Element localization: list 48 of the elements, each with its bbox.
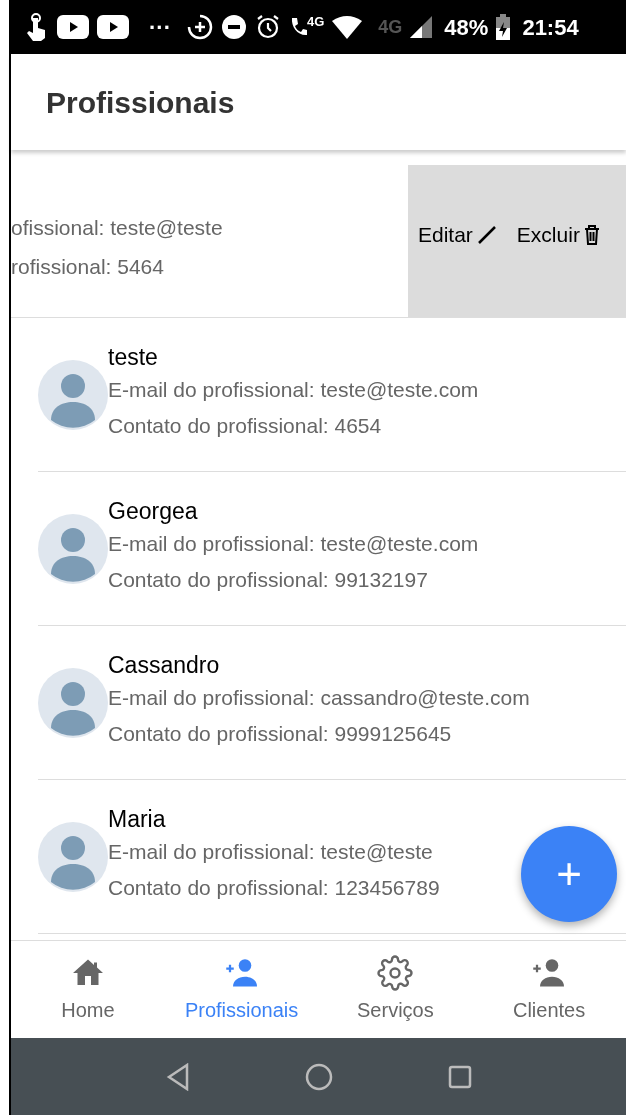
avatar-icon — [38, 667, 108, 738]
video-icon — [57, 15, 89, 39]
wifi-icon — [332, 15, 363, 39]
page-title: Profissionais — [46, 84, 235, 121]
contact-text: Contato do profissional: 4654 — [108, 412, 383, 439]
data-saver-icon — [187, 14, 213, 40]
nav-tab[interactable]: Clientes — [472, 954, 626, 1025]
clock-time: 21:54 — [522, 13, 579, 42]
professional-name: Cassandro — [108, 650, 221, 680]
back-icon[interactable] — [165, 1062, 190, 1091]
nav-tab[interactable]: Serviços — [318, 954, 473, 1025]
professional-list-item[interactable]: Georgea E-mail do profissional: teste@teste.com Contato do profissional: 99132197 — [38, 472, 626, 626]
email-text: E-mail do profissional: teste@teste.com — [108, 530, 479, 557]
delete-button[interactable]: Excluir — [516, 219, 600, 251]
professional-list-item[interactable]: Cassandro E-mail do profissional: cassandro@teste.com Contato do profissional: 9999125645 — [38, 626, 626, 780]
email-text: ofissional: teste@teste — [11, 214, 224, 241]
contact-text: Contato do profissional: 9999125645 — [108, 720, 453, 747]
avatar-icon — [38, 821, 108, 892]
contact-text: Contato do profissional: 99132197 — [108, 566, 429, 593]
add-button[interactable]: + — [521, 826, 617, 922]
home-button-icon[interactable] — [304, 1062, 333, 1091]
do-not-disturb-icon — [221, 14, 247, 40]
avatar-icon — [38, 359, 108, 430]
professional-name: Maria — [108, 804, 167, 834]
nav-tab[interactable]: Profissionais — [164, 954, 319, 1025]
edit-button[interactable]: Editar — [418, 219, 497, 251]
contact-text: Contato do profissional: 123456789 — [108, 874, 440, 901]
call-network-label: 4G — [307, 15, 325, 28]
recents-icon[interactable] — [447, 1064, 472, 1089]
nav-tab[interactable]: Home — [11, 954, 165, 1025]
professional-name: teste — [108, 342, 159, 372]
settings-icon — [377, 954, 414, 991]
more-dots: ··· — [149, 13, 171, 42]
professional-name: Georgea — [108, 496, 199, 526]
signal-icon — [410, 16, 433, 38]
pencil-icon — [476, 225, 497, 245]
email-text: E-mail do profissional: teste@teste.com — [108, 376, 479, 403]
battery-charging-icon — [496, 14, 511, 40]
email-text: E-mail do profissional: teste@teste — [108, 838, 434, 865]
video-icon — [97, 15, 129, 39]
network-label: 4G — [378, 15, 403, 39]
trash-icon — [583, 225, 600, 245]
avatar-icon — [38, 513, 108, 584]
email-text: E-mail do profissional: cassandro@teste.com — [108, 684, 530, 711]
contact-text: rofissional: 5464 — [11, 254, 165, 280]
alarm-icon — [255, 14, 281, 40]
battery-percent: 48% — [444, 13, 489, 42]
professional-list-item[interactable]: teste E-mail do profissional: teste@teste.com Contato do profissional: 4654 — [38, 318, 626, 472]
